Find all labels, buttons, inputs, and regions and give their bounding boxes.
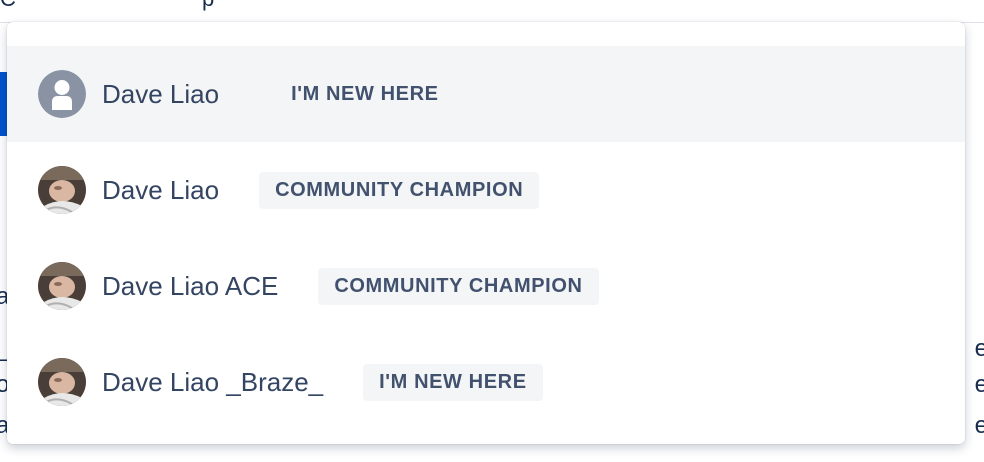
background-text-fragment: C p (0, 0, 304, 12)
background-blue-element (0, 72, 7, 136)
user-avatar (38, 166, 86, 214)
user-rank-badge: I'M NEW HERE (363, 363, 543, 401)
mention-suggestions-dropdown: Dave Liao I'M NEW HERE Dave Liao COMMUNI… (7, 22, 965, 444)
user-avatar (38, 262, 86, 310)
mention-option[interactable]: Dave Liao COMMUNITY CHAMPION (7, 142, 965, 238)
user-name: Dave Liao _Braze_ (102, 366, 324, 397)
mention-option[interactable]: Dave Liao I'M NEW HERE (7, 46, 965, 142)
background-text-fragment: e (974, 412, 984, 439)
user-rank-badge: I'M NEW HERE (291, 82, 439, 105)
user-name: Dave Liao ACE (102, 270, 279, 301)
background-text-fragment: e (974, 371, 984, 398)
mention-option[interactable]: Dave Liao _Braze_ I'M NEW HERE (7, 334, 965, 430)
background-text-fragment: e (974, 335, 984, 362)
user-name: Dave Liao (102, 78, 220, 109)
user-rank-badge: COMMUNITY CHAMPION (259, 171, 540, 209)
mention-option[interactable]: Dave Liao ACE COMMUNITY CHAMPION (7, 238, 965, 334)
user-avatar (38, 358, 86, 406)
default-avatar-icon (38, 70, 86, 118)
user-name: Dave Liao (102, 174, 220, 205)
user-rank-badge: COMMUNITY CHAMPION (318, 267, 599, 305)
